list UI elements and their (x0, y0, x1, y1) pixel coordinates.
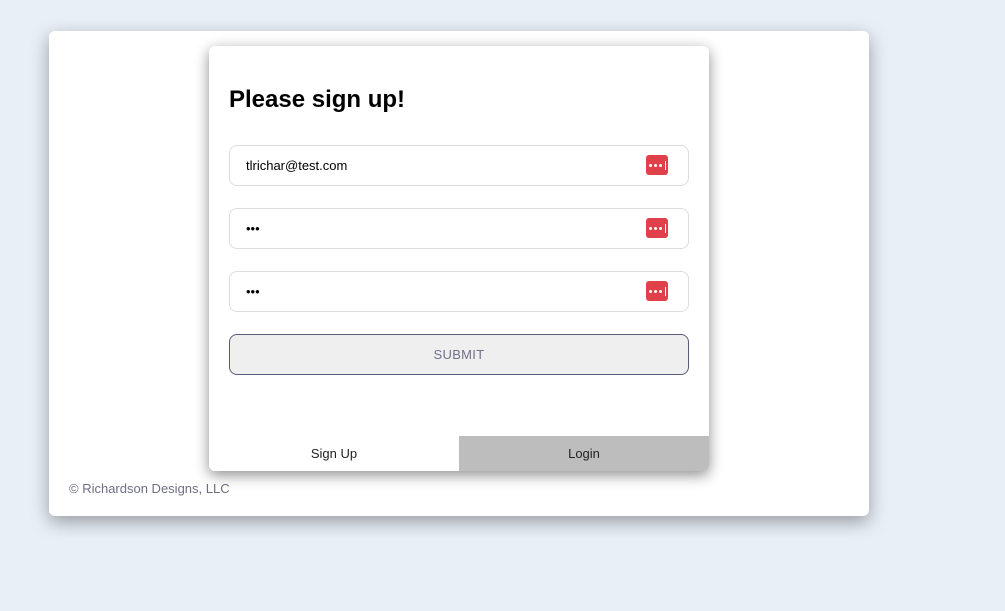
password-manager-icon[interactable] (646, 281, 668, 301)
password-field[interactable]: ••• (229, 208, 689, 249)
email-field[interactable]: tlrichar@test.com (229, 145, 689, 186)
password-field-value: ••• (246, 221, 260, 236)
modal-title: Please sign up! (229, 86, 406, 113)
signup-modal: Please sign up! tlrichar@test.com ••• ••… (209, 46, 709, 471)
copyright-footer: © Richardson Designs, LLC (69, 481, 230, 496)
password-manager-icon[interactable] (646, 155, 668, 175)
tab-login[interactable]: Login (459, 436, 709, 471)
confirm-password-field-value: ••• (246, 284, 260, 299)
email-field-value: tlrichar@test.com (246, 158, 348, 173)
submit-button[interactable]: SUBMIT (229, 334, 689, 375)
confirm-password-field[interactable]: ••• (229, 271, 689, 312)
password-manager-icon[interactable] (646, 218, 668, 238)
tab-sign-up[interactable]: Sign Up (209, 436, 459, 471)
